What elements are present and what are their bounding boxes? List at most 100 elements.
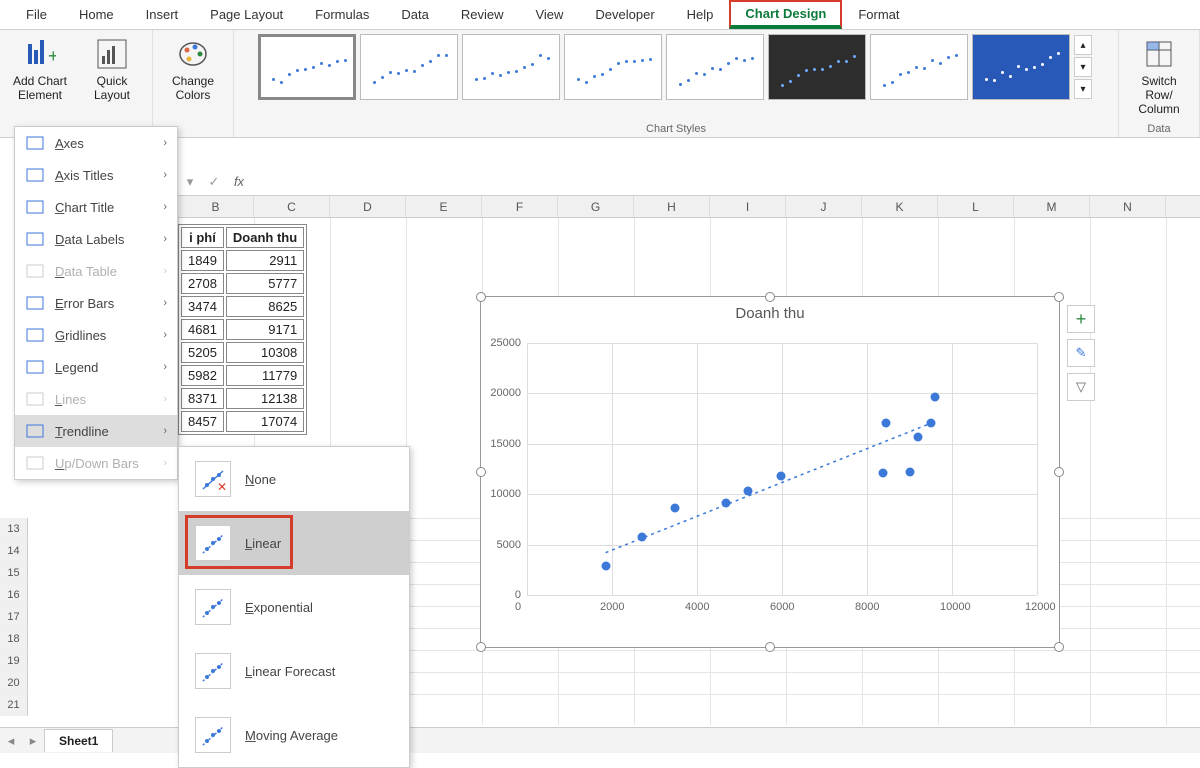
table-row[interactable]: 46819171	[181, 319, 304, 340]
chart-title[interactable]: Doanh thu	[481, 305, 1059, 322]
col-header-N[interactable]: N	[1090, 196, 1166, 217]
gallery-scroll-up[interactable]: ▴	[1074, 35, 1092, 55]
data-point[interactable]	[601, 561, 610, 570]
resize-handle[interactable]	[1054, 292, 1064, 302]
tab-developer[interactable]: Developer	[579, 1, 670, 28]
table-cell[interactable]: 4681	[181, 319, 224, 340]
table-cell[interactable]: 1849	[181, 250, 224, 271]
gallery-more[interactable]: ▾	[1074, 79, 1092, 99]
data-point[interactable]	[744, 487, 753, 496]
col-header-E[interactable]: E	[406, 196, 482, 217]
chart-style-5[interactable]	[666, 34, 764, 100]
row-header-14[interactable]: 14	[0, 540, 28, 562]
menu-item-axes[interactable]: Axes›	[15, 127, 177, 159]
cancel-icon[interactable]: ▾	[178, 174, 202, 190]
table-cell[interactable]: 5777	[226, 273, 304, 294]
table-cell[interactable]: 2708	[181, 273, 224, 294]
chart-style-7[interactable]	[870, 34, 968, 100]
table-cell[interactable]: 11779	[226, 365, 304, 386]
col-header-J[interactable]: J	[786, 196, 862, 217]
col-header-M[interactable]: M	[1014, 196, 1090, 217]
menu-item-legend[interactable]: Legend›	[15, 351, 177, 383]
tab-data[interactable]: Data	[385, 1, 444, 28]
sheet-tab-1[interactable]: Sheet1	[44, 729, 113, 752]
row-header-19[interactable]: 19	[0, 650, 28, 672]
col-header-D[interactable]: D	[330, 196, 406, 217]
data-point[interactable]	[882, 418, 891, 427]
table-cell[interactable]: 17074	[226, 411, 304, 432]
sheet-nav-next[interactable]: ▸	[22, 733, 44, 749]
tab-insert[interactable]: Insert	[130, 1, 195, 28]
menu-item-error-bars[interactable]: Error Bars›	[15, 287, 177, 319]
row-header-13[interactable]: 13	[0, 518, 28, 540]
table-cell[interactable]: 5205	[181, 342, 224, 363]
col-header-H[interactable]: H	[634, 196, 710, 217]
table-row[interactable]: 845717074	[181, 411, 304, 432]
menu-item-axis-titles[interactable]: Axis Titles›	[15, 159, 177, 191]
table-cell[interactable]: 9171	[226, 319, 304, 340]
table-cell[interactable]: 8371	[181, 388, 224, 409]
chart-styles-button[interactable]: ✎	[1067, 339, 1095, 367]
data-point[interactable]	[905, 468, 914, 477]
quick-layout-button[interactable]: Quick Layout	[80, 34, 144, 106]
chart-style-3[interactable]	[462, 34, 560, 100]
table-row[interactable]: 18492911	[181, 250, 304, 271]
resize-handle[interactable]	[476, 467, 486, 477]
tab-review[interactable]: Review	[445, 1, 520, 28]
data-point[interactable]	[878, 468, 887, 477]
menu-item-gridlines[interactable]: Gridlines›	[15, 319, 177, 351]
table-cell[interactable]: 2911	[226, 250, 304, 271]
trendline-option-moving-average[interactable]: Moving Average	[179, 703, 409, 767]
gallery-scroll-down[interactable]: ▾	[1074, 57, 1092, 77]
col-header-I[interactable]: I	[710, 196, 786, 217]
row-header-18[interactable]: 18	[0, 628, 28, 650]
row-header-16[interactable]: 16	[0, 584, 28, 606]
tab-help[interactable]: Help	[671, 1, 730, 28]
data-point[interactable]	[670, 504, 679, 513]
table-cell[interactable]: 12138	[226, 388, 304, 409]
tab-formulas[interactable]: Formulas	[299, 1, 385, 28]
table-row[interactable]: 27085777	[181, 273, 304, 294]
switch-row-column-button[interactable]: Switch Row/ Column	[1127, 34, 1191, 120]
col-header-C[interactable]: C	[254, 196, 330, 217]
resize-handle[interactable]	[1054, 467, 1064, 477]
row-header-20[interactable]: 20	[0, 672, 28, 694]
chart-style-2[interactable]	[360, 34, 458, 100]
menu-item-chart-title[interactable]: Chart Title›	[15, 191, 177, 223]
fx-button[interactable]: fx	[226, 174, 252, 189]
chart-style-1[interactable]	[258, 34, 356, 100]
tab-format[interactable]: Format	[842, 1, 915, 28]
table-row[interactable]: 837112138	[181, 388, 304, 409]
data-point[interactable]	[777, 472, 786, 481]
table-cell[interactable]: 8625	[226, 296, 304, 317]
table-cell[interactable]: 3474	[181, 296, 224, 317]
col-header-K[interactable]: K	[862, 196, 938, 217]
menu-item-trendline[interactable]: Trendline›	[15, 415, 177, 447]
col-header-F[interactable]: F	[482, 196, 558, 217]
change-colors-button[interactable]: Change Colors	[161, 34, 225, 106]
add-chart-element-button[interactable]: + Add Chart Element	[8, 34, 72, 106]
chart-style-4[interactable]	[564, 34, 662, 100]
data-point[interactable]	[926, 418, 935, 427]
tab-view[interactable]: View	[519, 1, 579, 28]
data-point[interactable]	[721, 498, 730, 507]
resize-handle[interactable]	[1054, 642, 1064, 652]
row-header-15[interactable]: 15	[0, 562, 28, 584]
trendline-option-exponential[interactable]: Exponential	[179, 575, 409, 639]
row-header-21[interactable]: 21	[0, 694, 28, 716]
data-point[interactable]	[931, 393, 940, 402]
chart-style-8[interactable]	[972, 34, 1070, 100]
embedded-chart[interactable]: Doanh thu 050001000015000200002500002000…	[480, 296, 1060, 648]
enter-icon[interactable]: ✓	[202, 174, 226, 190]
chart-filter-button[interactable]: ▽	[1067, 373, 1095, 401]
table-row[interactable]: 34748625	[181, 296, 304, 317]
tab-home[interactable]: Home	[63, 1, 130, 28]
chart-style-6[interactable]	[768, 34, 866, 100]
trendline-option-linear[interactable]: Linear	[179, 511, 409, 575]
tab-chart-design[interactable]: Chart Design	[729, 0, 842, 29]
trendline-option-linear-forecast[interactable]: Linear Forecast	[179, 639, 409, 703]
chart-elements-button[interactable]: +	[1067, 305, 1095, 333]
tab-file[interactable]: File	[10, 1, 63, 28]
table-cell[interactable]: 5982	[181, 365, 224, 386]
plot-area[interactable]: 0500010000150002000025000020004000600080…	[527, 343, 1037, 595]
